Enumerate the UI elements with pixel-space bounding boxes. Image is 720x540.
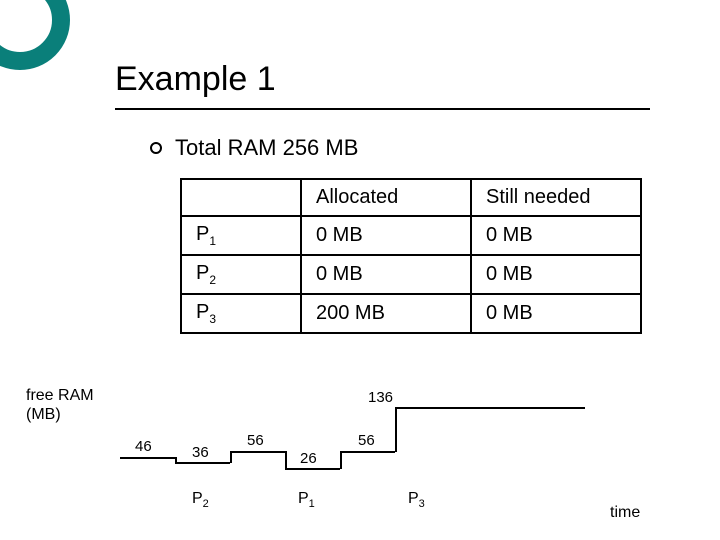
chart-value: 56 <box>358 432 375 449</box>
chart-value: 136 <box>368 389 393 406</box>
table-row: P2 0 MB 0 MB <box>181 255 641 294</box>
bullet-icon <box>150 142 162 154</box>
chart-connector <box>285 451 287 468</box>
table-row: P1 0 MB 0 MB <box>181 216 641 255</box>
allocation-table: Allocated Still needed P1 0 MB 0 MB P2 0… <box>180 178 642 334</box>
chart-segment <box>285 468 340 470</box>
table-row: P3 200 MB 0 MB <box>181 294 641 333</box>
chart-segment <box>340 451 395 453</box>
header-still-needed: Still needed <box>471 179 641 216</box>
cell-process: P1 <box>181 216 301 255</box>
cell-alloc: 0 MB <box>301 216 471 255</box>
header-empty <box>181 179 301 216</box>
cell-alloc: 0 MB <box>301 255 471 294</box>
title-rule <box>115 108 650 110</box>
cell-process: P3 <box>181 294 301 333</box>
process-marker: P1 <box>298 490 315 510</box>
chart-connector <box>340 451 342 469</box>
chart-segment <box>230 451 285 453</box>
page-title: Example 1 <box>115 60 276 99</box>
table-header-row: Allocated Still needed <box>181 179 641 216</box>
header-allocated: Allocated <box>301 179 471 216</box>
chart-segment <box>395 407 585 409</box>
decorative-ring <box>0 0 70 70</box>
chart-value: 46 <box>135 438 152 455</box>
x-axis-label: time <box>610 504 640 522</box>
chart-connector <box>395 407 397 452</box>
cell-alloc: 200 MB <box>301 294 471 333</box>
subtitle: Total RAM 256 MB <box>175 135 358 161</box>
y-axis-label: free RAM (MB) <box>26 386 94 424</box>
chart-value: 26 <box>300 450 317 467</box>
chart-segment <box>175 462 230 464</box>
cell-need: 0 MB <box>471 294 641 333</box>
cell-need: 0 MB <box>471 216 641 255</box>
chart-segment <box>120 457 175 459</box>
chart-value: 36 <box>192 444 209 461</box>
cell-need: 0 MB <box>471 255 641 294</box>
process-marker: P2 <box>192 490 209 510</box>
free-ram-chart: 46 36 56 26 56 136 P2 P1 P3 <box>120 382 590 522</box>
cell-process: P2 <box>181 255 301 294</box>
process-marker: P3 <box>408 490 425 510</box>
chart-value: 56 <box>247 432 264 449</box>
